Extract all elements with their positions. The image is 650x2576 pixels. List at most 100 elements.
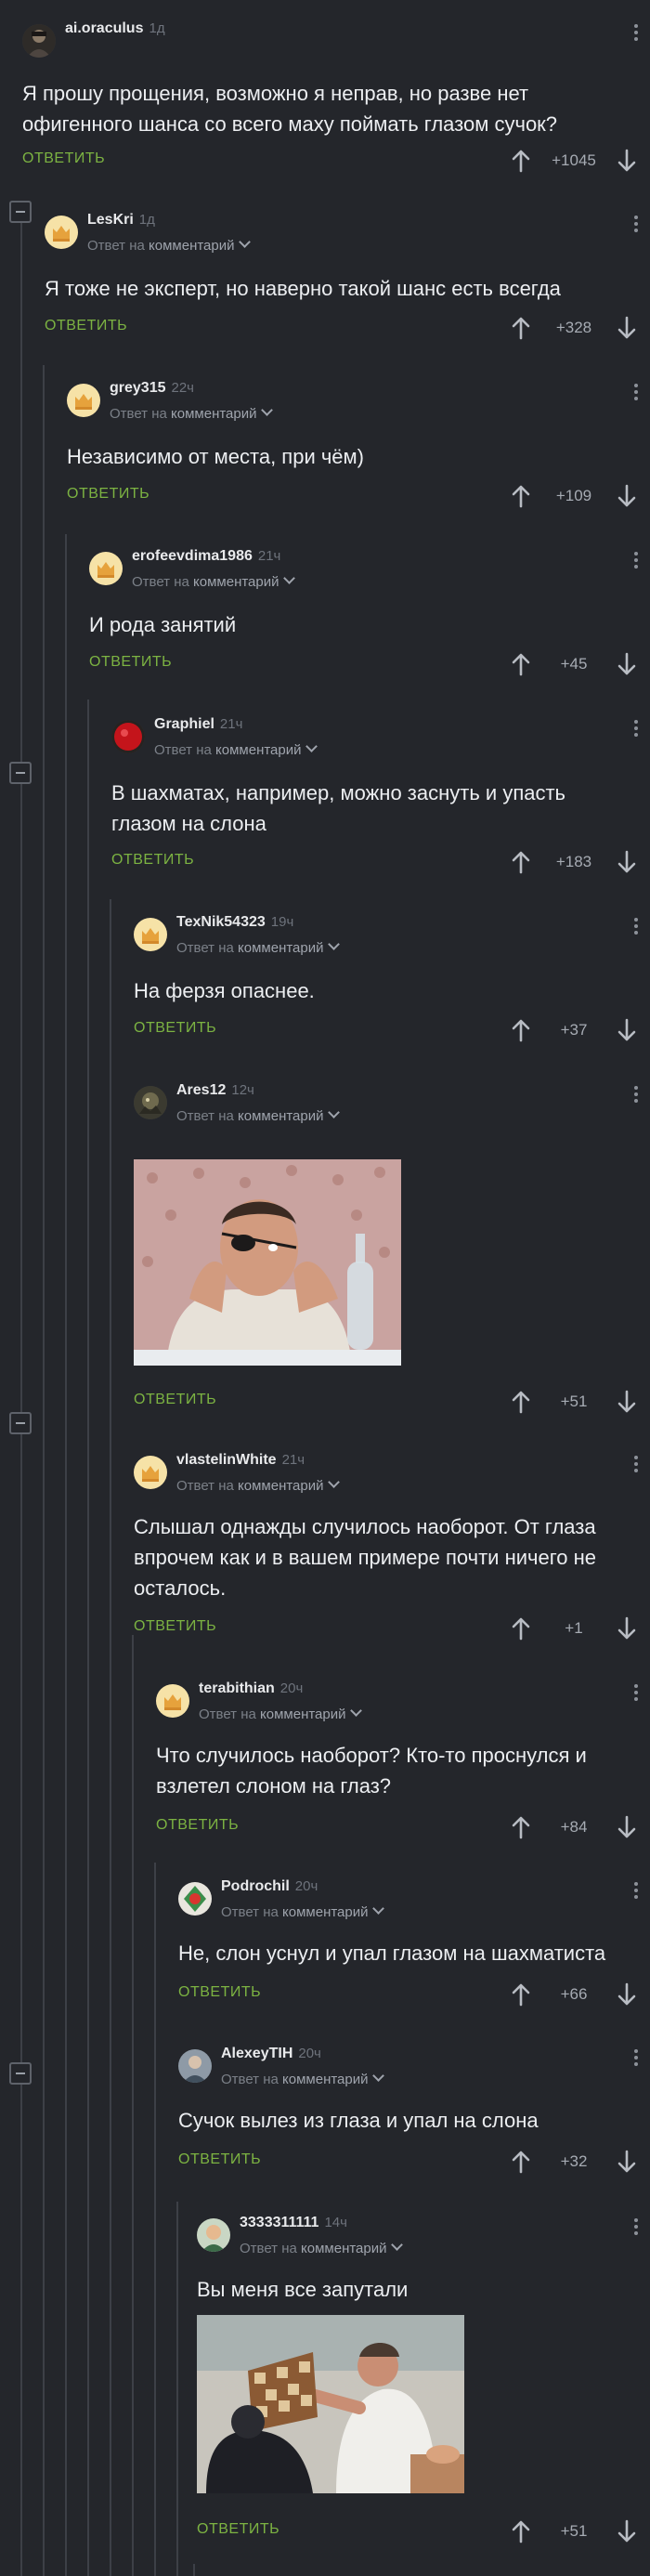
downvote-icon[interactable] [615,1018,639,1042]
avatar[interactable] [178,1882,212,1916]
reply-button[interactable]: ОТВЕТИТЬ [178,2151,261,2168]
collapse-button[interactable] [9,1412,32,1434]
more-options-icon[interactable] [633,916,639,936]
thread-line[interactable] [65,534,67,2576]
upvote-icon[interactable] [509,484,533,508]
more-options-icon[interactable] [633,214,639,234]
downvote-icon[interactable] [615,850,639,874]
username[interactable]: TexNik54323 19ч [176,914,293,931]
more-options-icon[interactable] [633,1084,639,1105]
reply-to[interactable]: Ответ на комментарий [176,938,340,956]
reply-to[interactable]: Ответ на комментарий [221,2070,384,2087]
username[interactable]: vlastelinWhite 21ч [176,1452,305,1469]
username[interactable]: AlexeyTIH 20ч [221,2046,321,2062]
chevron-down-icon[interactable] [327,1476,340,1488]
downvote-icon[interactable] [615,316,639,340]
avatar[interactable] [197,2218,230,2252]
chevron-down-icon[interactable] [327,938,340,950]
reply-button[interactable]: ОТВЕТИТЬ [197,2521,280,2538]
reply-to[interactable]: Ответ на комментарий [154,740,318,758]
upvote-icon[interactable] [509,1390,533,1414]
username[interactable]: terabithian 20ч [199,1680,303,1697]
reply-button[interactable]: ОТВЕТИТЬ [22,150,105,167]
downvote-icon[interactable] [615,1815,639,1839]
avatar[interactable] [22,24,56,58]
upvote-icon[interactable] [509,2519,533,2543]
avatar[interactable] [67,384,100,417]
more-options-icon[interactable] [633,1880,639,1901]
upvote-icon[interactable] [509,1018,533,1042]
downvote-icon[interactable] [615,2519,639,2543]
upvote-icon[interactable] [509,2150,533,2174]
downvote-icon[interactable] [615,1982,639,2007]
avatar[interactable] [45,216,78,249]
thread-line[interactable] [193,2564,195,2576]
avatar[interactable] [111,720,145,753]
upvote-icon[interactable] [509,316,533,340]
thread-line[interactable] [110,899,111,2576]
username[interactable]: Ares12 12ч [176,1082,254,1099]
chevron-down-icon[interactable] [371,2070,384,2082]
more-options-icon[interactable] [633,718,639,739]
downvote-icon[interactable] [615,1616,639,1641]
downvote-icon[interactable] [615,149,639,173]
avatar[interactable] [156,1684,189,1718]
chevron-down-icon[interactable] [238,236,251,248]
reply-to[interactable]: Ответ на комментарий [240,2239,403,2256]
reply-button[interactable]: ОТВЕТИТЬ [89,654,172,671]
chevron-down-icon[interactable] [390,2239,403,2251]
more-options-icon[interactable] [633,2047,639,2068]
chevron-down-icon[interactable] [327,1106,340,1118]
avatar[interactable] [134,1086,167,1119]
collapse-button[interactable] [9,2062,32,2085]
avatar[interactable] [178,2049,212,2083]
more-options-icon[interactable] [633,22,639,43]
reply-to[interactable]: Ответ на комментарий [132,572,295,590]
downvote-icon[interactable] [615,484,639,508]
reply-button[interactable]: ОТВЕТИТЬ [134,1392,216,1408]
chevron-down-icon[interactable] [282,572,295,584]
reply-button[interactable]: ОТВЕТИТЬ [178,1984,261,2001]
thread-line[interactable] [43,365,45,2576]
upvote-icon[interactable] [509,850,533,874]
reply-to[interactable]: Ответ на комментарий [199,1705,362,1722]
reply-to[interactable]: Ответ на комментарий [176,1476,340,1494]
chevron-down-icon[interactable] [260,404,273,416]
more-options-icon[interactable] [633,1454,639,1474]
more-options-icon[interactable] [633,382,639,402]
comment-image[interactable] [197,2315,464,2493]
chevron-down-icon[interactable] [305,740,318,752]
reply-to[interactable]: Ответ на комментарий [221,1903,384,1920]
reply-button[interactable]: ОТВЕТИТЬ [134,1618,216,1635]
reply-to[interactable]: Ответ на комментарий [176,1106,340,1124]
avatar[interactable] [89,552,123,585]
collapse-button[interactable] [9,201,32,223]
thread-line[interactable] [87,700,89,2576]
reply-button[interactable]: ОТВЕТИТЬ [156,1817,239,1834]
downvote-icon[interactable] [615,2150,639,2174]
upvote-icon[interactable] [509,1815,533,1839]
upvote-icon[interactable] [509,149,533,173]
username[interactable]: Graphiel 21ч [154,716,242,733]
avatar[interactable] [134,1456,167,1489]
more-options-icon[interactable] [633,2216,639,2237]
upvote-icon[interactable] [509,652,533,676]
thread-line[interactable] [132,1635,134,2576]
thread-line[interactable] [176,2202,178,2576]
username[interactable]: grey315 22ч [110,380,194,397]
reply-button[interactable]: ОТВЕТИТЬ [67,486,150,503]
reply-to[interactable]: Ответ на комментарий [87,236,251,254]
chevron-down-icon[interactable] [371,1903,384,1915]
upvote-icon[interactable] [509,1982,533,2007]
comment-image[interactable] [134,1159,401,1366]
collapse-button[interactable] [9,762,32,784]
thread-line[interactable] [20,216,22,2576]
username[interactable]: Podrochil 20ч [221,1878,318,1895]
chevron-down-icon[interactable] [349,1705,362,1717]
username[interactable]: ai.oraculus 1д [65,20,165,37]
username[interactable]: 3333311111 14ч [240,2215,347,2231]
reply-button[interactable]: ОТВЕТИТЬ [134,1020,216,1037]
downvote-icon[interactable] [615,1390,639,1414]
upvote-icon[interactable] [509,1616,533,1641]
avatar[interactable] [134,918,167,951]
